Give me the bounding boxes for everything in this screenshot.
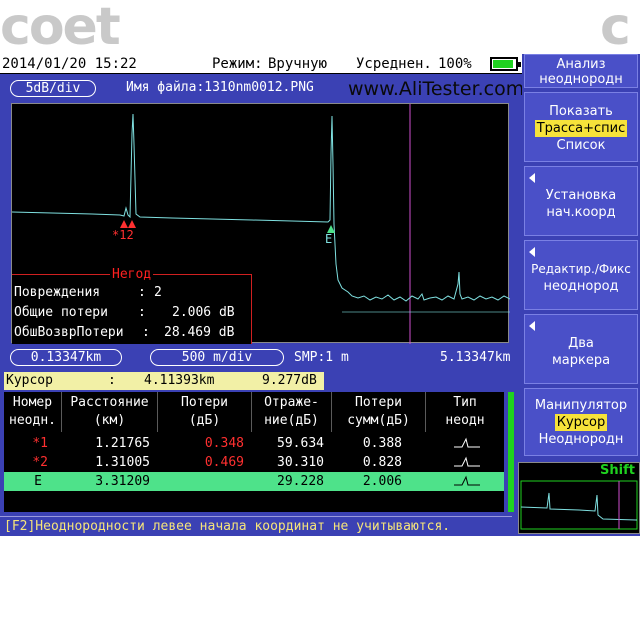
softkey-manipulator[interactable]: Манипулятор Курсор Неоднородн xyxy=(524,388,638,456)
table-header: Номер неодн. Расстояние (км) Потери (дБ) От… xyxy=(4,392,504,432)
scale-row: 5dB/div Имя файла:1310nm0012.PNG www.Ali… xyxy=(0,76,525,100)
event-type-icon xyxy=(454,475,480,486)
col-total-loss: Потери сумм(дБ) xyxy=(332,392,426,432)
mode-label: Режим: xyxy=(212,56,263,72)
mode-value: Вручную xyxy=(268,56,328,72)
table-row[interactable]: *1 1.21765 0.348 59.634 0.388 xyxy=(4,434,504,453)
summary-line-faults: Повреждения : 2 xyxy=(14,285,162,300)
filename-label: Имя файла: xyxy=(126,80,205,95)
cursor-label: Курсор xyxy=(6,373,53,388)
table-row-selected[interactable]: E 3.31209 29.228 2.006 xyxy=(4,472,504,491)
cursor-readout: Курсор : 4.11393km 9.277dB xyxy=(4,372,324,390)
arrow-left-icon xyxy=(529,247,535,257)
status-bar: 2014/01/20 15:22 Режим: Вручную Усреднен… xyxy=(0,54,522,74)
arrow-left-icon xyxy=(529,173,535,183)
marker-2-icon xyxy=(128,220,136,228)
marker-1-icon xyxy=(120,220,128,228)
axis-row: 0.13347km 500 m/div SMP:1 m 5.13347km xyxy=(0,348,522,368)
filename-value: 1310nm0012.PNG xyxy=(204,80,314,95)
overview-minimap[interactable]: Shift xyxy=(518,462,640,534)
softkey-edit-fix[interactable]: Редактир./Фикс неоднород xyxy=(524,240,638,310)
softkey-set-origin[interactable]: Установка нач.коорд xyxy=(524,166,638,236)
marker-left-label: *12 xyxy=(112,228,134,242)
filename: Имя файла:1310nm0012.PNG xyxy=(126,80,314,95)
summary-line-total-loss: Общие потери : 2.006 dB xyxy=(14,305,235,320)
table-scrollbar[interactable] xyxy=(508,392,514,512)
softkey-panel: Анализ неоднородн Показать Трасса+спис Сп… xyxy=(522,54,640,514)
cursor-distance: 4.11393km xyxy=(144,373,215,388)
datetime: 2014/01/20 15:22 xyxy=(2,56,137,72)
softkey-two-markers[interactable]: Два маркера xyxy=(524,314,638,384)
cursor-sep: : xyxy=(108,373,116,388)
arrow-left-icon xyxy=(529,321,535,331)
table-row[interactable]: *2 1.31005 0.469 30.310 0.828 xyxy=(4,453,504,472)
avg-value: 100% xyxy=(438,56,472,72)
hint-bar: [F2]Неоднородности левее начала координа… xyxy=(0,516,512,536)
watermark-logo-right: c xyxy=(600,0,631,57)
summary-status: Негод xyxy=(110,267,154,282)
otdr-screen: 2014/01/20 15:22 Режим: Вручную Усреднен… xyxy=(0,54,640,536)
distance-div-button[interactable]: 500 m/div xyxy=(150,349,284,366)
db-div-button[interactable]: 5dB/div xyxy=(10,80,96,97)
summary-line-orl: ОбшВозврПотери : 28.469 dB xyxy=(14,325,235,340)
col-number: Номер неодн. xyxy=(4,392,62,432)
end-distance: 5.13347km xyxy=(440,350,511,365)
watermark-logo: coet xyxy=(0,0,121,57)
trace-line xyxy=(12,113,510,302)
softkey-show[interactable]: Показать Трасса+спис Список xyxy=(524,92,638,162)
start-distance[interactable]: 0.13347km xyxy=(10,349,122,366)
smp-label: SMP:1 m xyxy=(294,350,349,365)
col-loss: Потери (дБ) xyxy=(158,392,252,432)
col-distance: Расстояние (км) xyxy=(62,392,158,432)
summary-box: Негод Повреждения : 2 Общие потери : 2.0… xyxy=(12,267,252,344)
marker-e-label: E xyxy=(325,232,333,246)
event-type-icon xyxy=(454,456,480,467)
event-type-icon xyxy=(454,437,480,448)
trace-plot[interactable]: *12 E Негод Повреждения : 2 Общие потери… xyxy=(11,103,510,344)
avg-label: Усреднен. xyxy=(356,56,432,72)
battery-icon xyxy=(490,57,521,71)
site-watermark: www.AliTester.com xyxy=(348,78,525,100)
col-type: Тип неодн xyxy=(445,395,485,428)
softkey-event-analysis[interactable]: Анализ неоднородн xyxy=(524,54,638,88)
minimap-svg xyxy=(520,480,638,530)
cursor-value: 9.277dB xyxy=(262,373,317,388)
col-reflection: Отраже-ние(дБ) xyxy=(252,392,332,432)
events-table: Номер неодн. Расстояние (км) Потери (дБ) От… xyxy=(4,392,504,512)
